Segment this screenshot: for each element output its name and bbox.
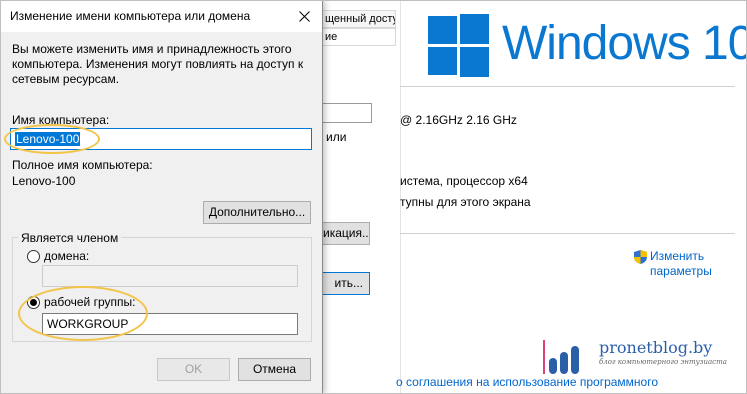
domain-input[interactable] [42,265,298,287]
more-button[interactable]: Дополнительно... [203,201,311,224]
cancel-button[interactable]: Отмена [238,358,311,381]
member-of-label: Является членом [18,231,122,245]
computer-description-field[interactable] [322,103,372,123]
pen-touch-info: тупны для этого экрана [400,195,531,209]
domain-radio[interactable] [27,250,40,263]
change-button[interactable]: ить... [322,272,370,295]
workgroup-radio[interactable] [27,296,40,309]
full-name-label: Полное имя компьютера: [12,158,153,172]
dialog-title: Изменение имени компьютера или домена [10,9,251,23]
divider [400,86,735,87]
change-settings-link[interactable]: Изменить параметры [634,249,734,279]
full-name-value: Lenovo-100 [12,174,76,188]
workgroup-label: рабочей группы: [44,295,136,309]
system-type: истема, процессор x64 [400,174,528,188]
license-terms-link[interactable]: о соглашения на использование программно… [396,375,658,389]
computer-name-input[interactable]: Lenovo-100 [10,128,312,150]
computer-name-value: Lenovo-100 [15,132,81,146]
site-watermark: pronetblog.by блог компьютерного энтузиа… [543,336,743,376]
watermark-tagline: блог компьютерного энтузиаста [599,358,727,366]
close-icon [298,10,310,22]
rename-computer-dialog: Изменение имени компьютера или домена Вы… [0,0,323,394]
windows-logo-icon [428,14,490,77]
watermark-logo-icon [543,340,579,374]
identification-button[interactable]: икация... [322,222,370,245]
example-text: или [326,130,347,144]
close-button[interactable] [286,0,322,32]
radio-selected-dot [30,299,37,306]
change-settings-line1: Изменить [650,249,705,263]
ok-button[interactable]: OK [157,358,230,381]
processor-speed: @ 2.16GHz 2.16 GHz [400,113,517,127]
change-settings-line2: параметры [650,264,712,278]
windows-title: Windows 10 [502,17,747,70]
computer-name-label: Имя компьютера: [12,113,110,127]
dialog-titlebar[interactable]: Изменение имени компьютера или домена [0,0,322,32]
dialog-description: Вы можете изменить имя и принадлежность … [12,42,304,86]
divider [400,233,735,234]
workgroup-input[interactable]: WORKGROUP [42,313,298,335]
domain-label: домена: [44,249,90,263]
watermark-site-name: pronetblog.by [599,338,713,357]
